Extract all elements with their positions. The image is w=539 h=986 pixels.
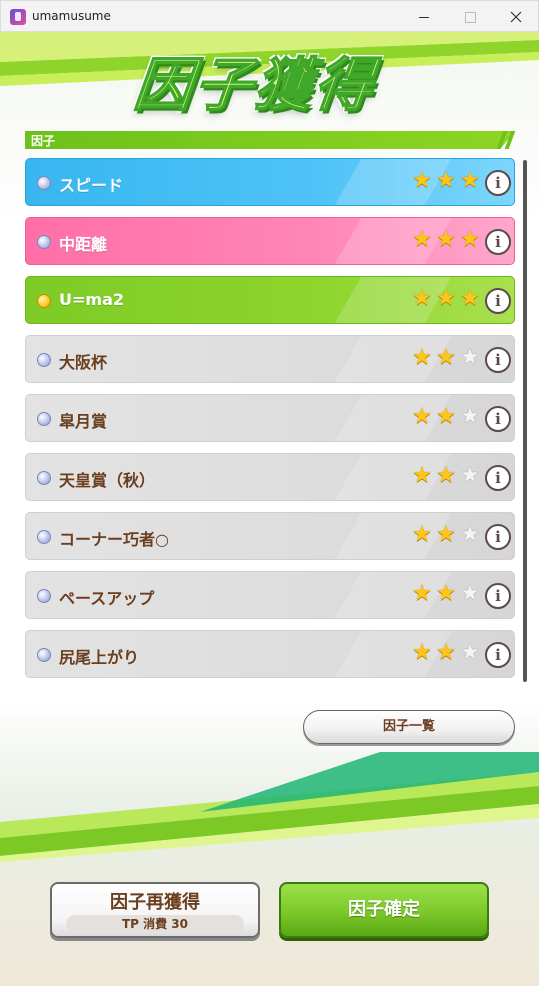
factor-name: 中距離 (59, 235, 108, 254)
minimize-button[interactable] (401, 1, 447, 33)
info-icon[interactable]: i (485, 524, 511, 550)
info-icon[interactable]: i (485, 288, 511, 314)
star-icon: ★ (412, 168, 432, 193)
info-icon[interactable]: i (485, 170, 511, 196)
section-header: 因子 (25, 131, 515, 149)
star-rating: ★ ★ ★ (411, 288, 481, 310)
factor-dot-icon (37, 353, 51, 367)
confirm-factor-button[interactable]: 因子確定 (279, 882, 489, 938)
factor-row[interactable]: 皐月賞 ★ ★ ★ i (25, 394, 515, 442)
factor-row[interactable]: 大阪杯 ★ ★ ★ i (25, 335, 515, 383)
star-icon: ★ (460, 168, 480, 193)
star-icon: ★ (460, 227, 480, 252)
factor-name: 皐月賞 (59, 412, 108, 431)
factor-dot-icon (37, 412, 51, 426)
star-icon: ★ (412, 640, 432, 665)
info-icon[interactable]: i (485, 229, 511, 255)
factor-row[interactable]: ペースアップ ★ ★ ★ i (25, 571, 515, 619)
star-icon: ★ (460, 581, 480, 606)
star-rating: ★ ★ ★ (411, 229, 481, 251)
star-icon: ★ (412, 227, 432, 252)
factor-list-button[interactable]: 因子一覧 (303, 710, 515, 744)
factor-name: 天皇賞（秋） (59, 471, 156, 490)
star-icon: ★ (460, 463, 480, 488)
factor-row[interactable]: スピード ★ ★ ★ i (25, 158, 515, 206)
star-rating: ★ ★ ★ (411, 170, 481, 192)
factor-name: 尻尾上がり (59, 648, 140, 667)
factor-dot-icon (37, 176, 51, 190)
factor-list[interactable]: スピード ★ ★ ★ i 中距離 ★ ★ ★ i U=ma2 ★ ★ ★ i 大阪杯 ★ ★ ★ i 皐月賞 ★ ★ ★ i 天皇… (24, 158, 516, 698)
star-rating: ★ ★ ★ (411, 465, 481, 487)
info-icon[interactable]: i (485, 642, 511, 668)
window-titlebar: umamusume (0, 0, 539, 32)
star-icon: ★ (412, 404, 432, 429)
factor-dot-icon (37, 235, 51, 249)
reacquire-label: 因子再獲得 (110, 892, 200, 913)
star-icon: ★ (460, 522, 480, 547)
star-rating: ★ ★ ★ (411, 524, 481, 546)
factor-row[interactable]: U=ma2 ★ ★ ★ i (25, 276, 515, 324)
star-icon: ★ (436, 404, 456, 429)
bottom-decoration (0, 752, 539, 862)
app-icon (10, 9, 26, 25)
factor-name: U=ma2 (59, 290, 124, 309)
factor-dot-icon (37, 471, 51, 485)
scrollbar[interactable] (523, 160, 527, 682)
star-icon: ★ (460, 345, 480, 370)
star-rating: ★ ★ ★ (411, 583, 481, 605)
star-icon: ★ (436, 227, 456, 252)
factor-name: ペースアップ (59, 589, 155, 608)
info-icon[interactable]: i (485, 406, 511, 432)
factor-name: 大阪杯 (59, 353, 108, 372)
info-icon[interactable]: i (485, 583, 511, 609)
factor-dot-icon (37, 530, 51, 544)
factor-row[interactable]: 中距離 ★ ★ ★ i (25, 217, 515, 265)
star-icon: ★ (436, 463, 456, 488)
info-icon[interactable]: i (485, 347, 511, 373)
factor-name: スピード (59, 176, 124, 195)
star-icon: ★ (460, 640, 480, 665)
section-label: 因子 (31, 134, 56, 148)
factor-row[interactable]: コーナー巧者○ ★ ★ ★ i (25, 512, 515, 560)
game-screen: 因子獲得 因子 スピード ★ ★ ★ i 中距離 ★ ★ ★ i U=ma2 ★ ★ ★ i 大阪杯 ★ ★ ★ i 皐… (0, 32, 539, 986)
star-icon: ★ (436, 522, 456, 547)
star-icon: ★ (460, 286, 480, 311)
star-icon: ★ (412, 345, 432, 370)
window-title: umamusume (32, 9, 111, 23)
maximize-button[interactable] (447, 1, 493, 33)
star-icon: ★ (412, 522, 432, 547)
star-rating: ★ ★ ★ (411, 406, 481, 428)
star-icon: ★ (412, 463, 432, 488)
star-icon: ★ (412, 286, 432, 311)
star-rating: ★ ★ ★ (411, 347, 481, 369)
page-title: 因子獲得 (130, 50, 379, 120)
star-icon: ★ (436, 581, 456, 606)
factor-dot-icon (37, 294, 51, 308)
close-button[interactable] (493, 1, 539, 33)
star-icon: ★ (436, 168, 456, 193)
tp-cost-label: TP 消費 30 (66, 915, 244, 933)
factor-row[interactable]: 天皇賞（秋） ★ ★ ★ i (25, 453, 515, 501)
reacquire-factor-button[interactable]: 因子再獲得 TP 消費 30 (50, 882, 260, 938)
star-icon: ★ (436, 640, 456, 665)
star-rating: ★ ★ ★ (411, 642, 481, 664)
star-icon: ★ (436, 286, 456, 311)
info-icon[interactable]: i (485, 465, 511, 491)
star-icon: ★ (460, 404, 480, 429)
factor-dot-icon (37, 648, 51, 662)
factor-row[interactable]: 尻尾上がり ★ ★ ★ i (25, 630, 515, 678)
factor-name: コーナー巧者○ (59, 530, 169, 549)
factor-dot-icon (37, 589, 51, 603)
star-icon: ★ (412, 581, 432, 606)
star-icon: ★ (436, 345, 456, 370)
close-icon (510, 11, 522, 23)
